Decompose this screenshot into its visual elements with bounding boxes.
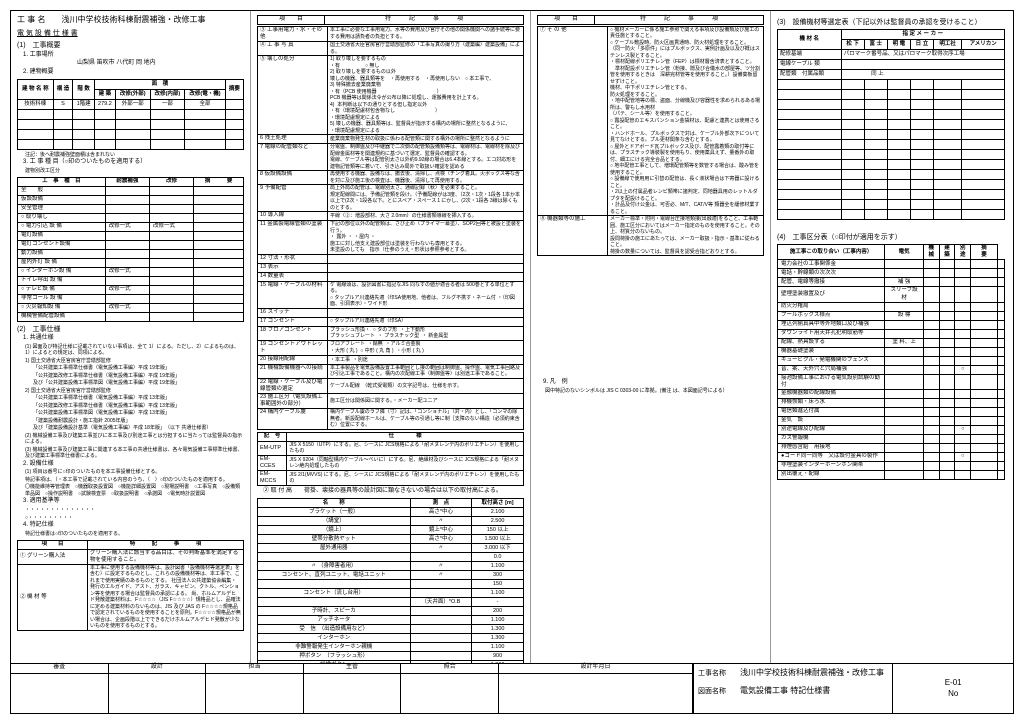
construction-table: 施工事この取り合い（工事内容）電気機械建築別途摘 要 電力会社の工事関係金 電話… <box>777 244 1005 480</box>
scope-title: 3. 工 事 種 目（○印のついたものを適用する） <box>23 159 244 167</box>
column-2: 項 目特 記 事 項 ③ 工事用電力・水・その他本工事に必要な工事用電力、水等の… <box>251 11 531 663</box>
col2-header: 項 目特 記 事 項 <box>257 15 524 25</box>
project-title: 工 事 名 浅川中学校技術科棟耐震補強・改修工事 <box>17 15 244 25</box>
cable-table: 記 号仕 様 EM-UTPJIS X 5150（UTP）にする。尼、シースに J… <box>257 432 524 487</box>
mfr-title: (3) 設備機材等選定表（下記以外は監督員の承認を受けること） <box>777 18 1005 27</box>
column-3: 項 目特 記 事 項 ⑦ そ の 他○ 機材メーカーに係る施工参照で関える事項及… <box>531 11 771 663</box>
symbol-text: 図中特記のないシンボルは JIS C 0303-00 に準拠。(備注 は、本図面… <box>545 388 764 395</box>
col2-spec-table: ③ 工事用電力・水・その他本工事に必要な工事用電力、水等の費用及び官庁その他の関… <box>257 26 524 430</box>
scope-table: 工 事 種 目耐震補強改修摘 要 全 般 仮設設備 安全管理 ○ 取り壊し○ 電… <box>17 177 244 322</box>
manufacturer-table: 機 材 名指 定 メ ー カ ー 松 下富 士明 電日 立明工社アメリカン 配修… <box>777 29 1005 220</box>
site-loc: 山梨県 笛吹市 八代町 岡 地内 <box>77 60 244 68</box>
const-title: (4) 工事区分表（○印付が適用を示す） <box>777 233 1005 242</box>
building-table: 建 物 名 称構 造階 数面 積摘要 建 築改修(外部)改修(内部)改修(電・機… <box>17 79 244 150</box>
spec-table: 項 目特 記 事 項 ① グリーン購入法グリーン購入法に該当する品目は、その判断… <box>17 540 244 631</box>
sect-1: (1) 工事概要 <box>17 41 244 50</box>
column-1: 工 事 名 浅川中学校技術科棟耐震補強・改修工事 電 気 設 備 仕 様 書 (… <box>11 11 251 663</box>
title-block: 審査 設計 担当 主管 照合 設計年月日 工事名称 浅川中学校技術科棟耐震補強・… <box>11 663 1013 713</box>
symbol-title: 9. 凡 例 <box>543 379 764 387</box>
col3-header: 項 目特 記 事 項 <box>537 15 764 25</box>
stamp-boxes: 審査 設計 担当 主管 照合 設計年月日 <box>11 664 693 713</box>
spec-title: 電 気 設 備 仕 様 書 <box>17 29 244 38</box>
mount-title: ② 取 付 高 荷掛、壊接の器具等の設計図に類なきないの場合は以下の取付高による… <box>263 488 524 496</box>
col3-spec-table: ⑦ そ の 他○ 機材メーカーに係る施工参照で関える事項及び設備類及び施工の責任… <box>537 26 764 257</box>
spec-section: (2) 工事仕様 <box>17 325 244 334</box>
drawing-number: E‐01 <box>897 678 1009 688</box>
site-label: 1. 工事場所 <box>23 52 244 60</box>
bld-note: 注記：後へ耐震補強壁面積は含まれない <box>25 152 244 159</box>
mounting-table: 名 称測 点取付高さ [m] ブラケット（一般）高さ*中心2.100（講堂）〃2… <box>257 498 524 663</box>
bld-label: 2. 建物概要 <box>23 69 244 77</box>
column-4: (3) 設備機材等選定表（下記以外は監督員の承認を受けること） 機 材 名指 定… <box>771 11 1011 663</box>
